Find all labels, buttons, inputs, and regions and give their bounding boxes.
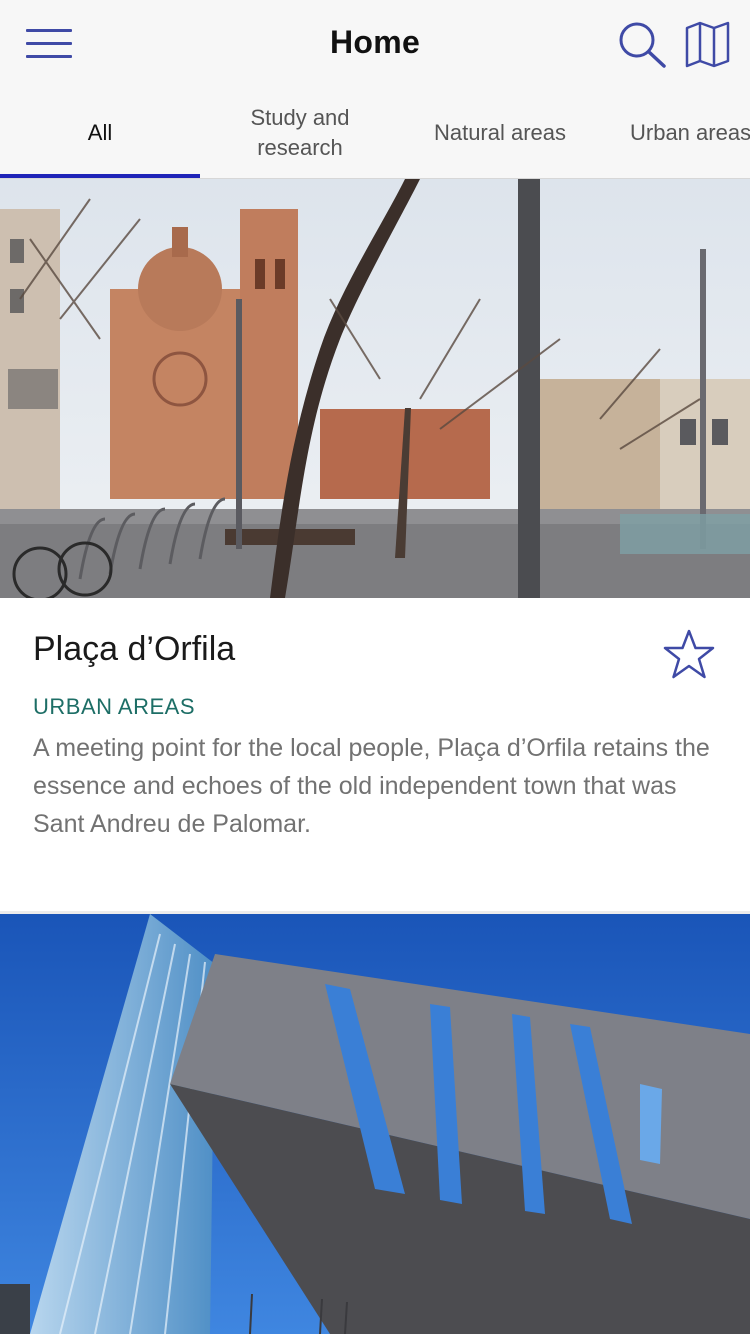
card-image[interactable]	[0, 914, 750, 1334]
search-icon[interactable]	[616, 20, 668, 68]
app-header: Home	[0, 0, 750, 88]
card-category: URBAN AREAS	[33, 694, 195, 719]
tab-all[interactable]: All	[0, 88, 200, 178]
card-image[interactable]	[0, 179, 750, 598]
tab-study-and-research[interactable]: Study and research	[200, 88, 400, 178]
active-tab-indicator	[0, 174, 200, 178]
tab-urban-areas[interactable]: Urban areas	[600, 88, 750, 178]
card-description: A meeting point for the local people, Pl…	[33, 734, 710, 838]
favorite-star-icon[interactable]	[660, 628, 718, 682]
card-title[interactable]: Plaça d’Orfila	[33, 630, 235, 669]
map-icon[interactable]	[682, 20, 734, 68]
category-tabs: All Study and research Natural areas Urb…	[0, 88, 750, 179]
tab-natural-areas[interactable]: Natural areas	[400, 88, 600, 178]
